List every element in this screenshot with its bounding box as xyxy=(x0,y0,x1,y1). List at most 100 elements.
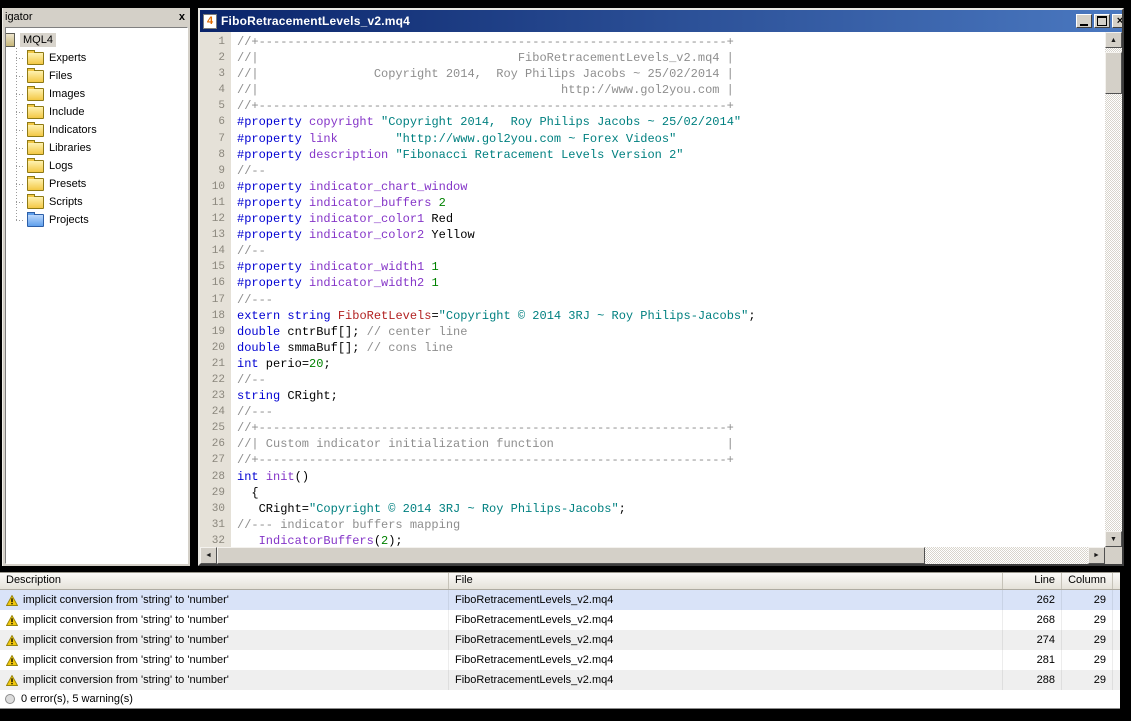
code-line[interactable]: 5//+------------------------------------… xyxy=(200,98,1105,114)
warning-row[interactable]: implicit conversion from 'string' to 'nu… xyxy=(0,590,1120,610)
close-button[interactable]: × xyxy=(1112,14,1124,28)
code-token: ; xyxy=(323,357,330,371)
code-line[interactable]: 22//-- xyxy=(200,372,1105,388)
code-text: //| http://www.gol2you.com | xyxy=(231,82,734,98)
code-text: //-- xyxy=(231,163,266,179)
status-bar: 0 error(s), 5 warning(s) xyxy=(0,690,1120,709)
folder-icon xyxy=(27,52,44,65)
code-token: init xyxy=(266,470,295,484)
sidebar-item-files[interactable]: Files xyxy=(6,67,187,85)
warning-row[interactable]: implicit conversion from 'string' to 'nu… xyxy=(0,650,1120,670)
code-line[interactable]: 17//--- xyxy=(200,292,1105,308)
scroll-left-icon[interactable]: ◄ xyxy=(200,547,217,564)
column-header-column[interactable]: Column xyxy=(1062,573,1113,589)
code-line[interactable]: 29 { xyxy=(200,485,1105,501)
sidebar-item-images[interactable]: Images xyxy=(6,85,187,103)
maximize-button[interactable] xyxy=(1094,14,1110,28)
sidebar-item-scripts[interactable]: Scripts xyxy=(6,193,187,211)
editor-title: FiboRetracementLevels_v2.mq4 xyxy=(221,14,410,28)
code-token xyxy=(302,180,309,194)
code-line[interactable]: 16#property indicator_width2 1 xyxy=(200,275,1105,291)
code-area[interactable]: 1//+------------------------------------… xyxy=(200,32,1105,547)
code-line[interactable]: 4//| http://www.gol2you.com | xyxy=(200,82,1105,98)
code-line[interactable]: 10#property indicator_chart_window xyxy=(200,179,1105,195)
code-line[interactable]: 11#property indicator_buffers 2 xyxy=(200,195,1105,211)
code-text: string CRight; xyxy=(231,388,338,404)
column-header-description[interactable]: Description xyxy=(0,573,449,589)
sidebar-item-libraries[interactable]: Libraries xyxy=(6,139,187,157)
editor-title-bar[interactable]: 4 FiboRetracementLevels_v2.mq4 × xyxy=(200,10,1122,32)
code-line[interactable]: 7#property link "http://www.gol2you.com … xyxy=(200,131,1105,147)
code-line[interactable]: 18extern string FiboRetLevels="Copyright… xyxy=(200,308,1105,324)
editor-horizontal-scrollbar[interactable]: ◄ ► xyxy=(200,547,1105,564)
column-header-file[interactable]: File xyxy=(449,573,1003,589)
code-line[interactable]: 28int init() xyxy=(200,469,1105,485)
code-token: link xyxy=(309,132,338,146)
tree-root-mql4[interactable]: MQL4 xyxy=(6,31,187,49)
sidebar-item-presets[interactable]: Presets xyxy=(6,175,187,193)
scroll-right-icon[interactable]: ► xyxy=(1088,547,1105,564)
code-text: #property copyright "Copyright 2014, Roy… xyxy=(231,114,741,130)
code-line[interactable]: 21int perio=20; xyxy=(200,356,1105,372)
scroll-down-icon[interactable]: ▼ xyxy=(1105,531,1122,547)
code-line[interactable]: 25//+-----------------------------------… xyxy=(200,420,1105,436)
code-token: //+-------------------------------------… xyxy=(237,99,734,113)
column-header-line[interactable]: Line xyxy=(1003,573,1062,589)
sidebar-item-projects[interactable]: Projects xyxy=(6,211,187,229)
code-line[interactable]: 3//| Copyright 2014, Roy Philips Jacobs … xyxy=(200,66,1105,82)
code-line[interactable]: 2//| FiboRetracementLevels_v2.mq4 | xyxy=(200,50,1105,66)
horizontal-scrollbar-thumb[interactable] xyxy=(217,547,925,564)
code-token: Yellow xyxy=(424,228,474,242)
sidebar-item-logs[interactable]: Logs xyxy=(6,157,187,175)
warning-row[interactable]: implicit conversion from 'string' to 'nu… xyxy=(0,670,1120,690)
close-icon[interactable]: x xyxy=(179,12,185,23)
editor-vertical-scrollbar[interactable]: ▲ ▼ xyxy=(1105,32,1122,547)
code-line[interactable]: 32 IndicatorBuffers(2); xyxy=(200,533,1105,547)
sidebar-item-indicators[interactable]: Indicators xyxy=(6,121,187,139)
vertical-scrollbar-thumb[interactable] xyxy=(1105,52,1122,94)
code-text: #property indicator_color1 Red xyxy=(231,211,453,227)
warning-description: implicit conversion from 'string' to 'nu… xyxy=(23,614,229,626)
code-line[interactable]: 12#property indicator_color1 Red xyxy=(200,211,1105,227)
code-line[interactable]: 26//| Custom indicator initialization fu… xyxy=(200,436,1105,452)
code-text: #property indicator_buffers 2 xyxy=(231,195,446,211)
code-token xyxy=(302,148,309,162)
minimize-button[interactable] xyxy=(1076,14,1092,28)
code-line[interactable]: 19double cntrBuf[]; // center line xyxy=(200,324,1105,340)
warning-icon xyxy=(6,675,18,686)
line-number: 18 xyxy=(200,308,231,324)
code-line[interactable]: 24//--- xyxy=(200,404,1105,420)
line-number: 20 xyxy=(200,340,231,356)
code-text: //--- xyxy=(231,292,273,308)
warning-row[interactable]: implicit conversion from 'string' to 'nu… xyxy=(0,610,1120,630)
code-token: ); xyxy=(388,534,402,547)
scroll-up-icon[interactable]: ▲ xyxy=(1105,32,1122,48)
sidebar-item-include[interactable]: Include xyxy=(6,103,187,121)
code-line[interactable]: 13#property indicator_color2 Yellow xyxy=(200,227,1105,243)
code-line[interactable]: 27//+-----------------------------------… xyxy=(200,452,1105,468)
navigator-caption[interactable]: igator x xyxy=(3,8,190,26)
code-text: //| FiboRetracementLevels_v2.mq4 | xyxy=(231,50,734,66)
code-token: //| Copyright 2014, Roy Philips Jacobs ~… xyxy=(237,67,734,81)
warning-row[interactable]: implicit conversion from 'string' to 'nu… xyxy=(0,630,1120,650)
code-line[interactable]: 23string CRight; xyxy=(200,388,1105,404)
warning-icon xyxy=(6,615,18,626)
code-token: double xyxy=(237,325,280,339)
code-line[interactable]: 9//-- xyxy=(200,163,1105,179)
code-token: //--- xyxy=(237,293,273,307)
code-token: //-- xyxy=(237,373,266,387)
warning-file-cell: FiboRetracementLevels_v2.mq4 xyxy=(449,650,1003,670)
code-line[interactable]: 30 CRight="Copyright © 2014 3RJ ~ Roy Ph… xyxy=(200,501,1105,517)
code-text: //+-------------------------------------… xyxy=(231,452,734,468)
code-line[interactable]: 31//--- indicator buffers mapping xyxy=(200,517,1105,533)
code-token: "Fibonacci Retracement Levels Version 2" xyxy=(395,148,683,162)
sidebar-item-experts[interactable]: Experts xyxy=(6,49,187,67)
code-line[interactable]: 14//-- xyxy=(200,243,1105,259)
code-line[interactable]: 8#property description "Fibonacci Retrac… xyxy=(200,147,1105,163)
code-line[interactable]: 20double smmaBuf[]; // cons line xyxy=(200,340,1105,356)
line-number: 12 xyxy=(200,211,231,227)
code-line[interactable]: 6#property copyright "Copyright 2014, Ro… xyxy=(200,114,1105,130)
navigator-title: igator xyxy=(5,11,33,23)
code-line[interactable]: 1//+------------------------------------… xyxy=(200,34,1105,50)
code-line[interactable]: 15#property indicator_width1 1 xyxy=(200,259,1105,275)
